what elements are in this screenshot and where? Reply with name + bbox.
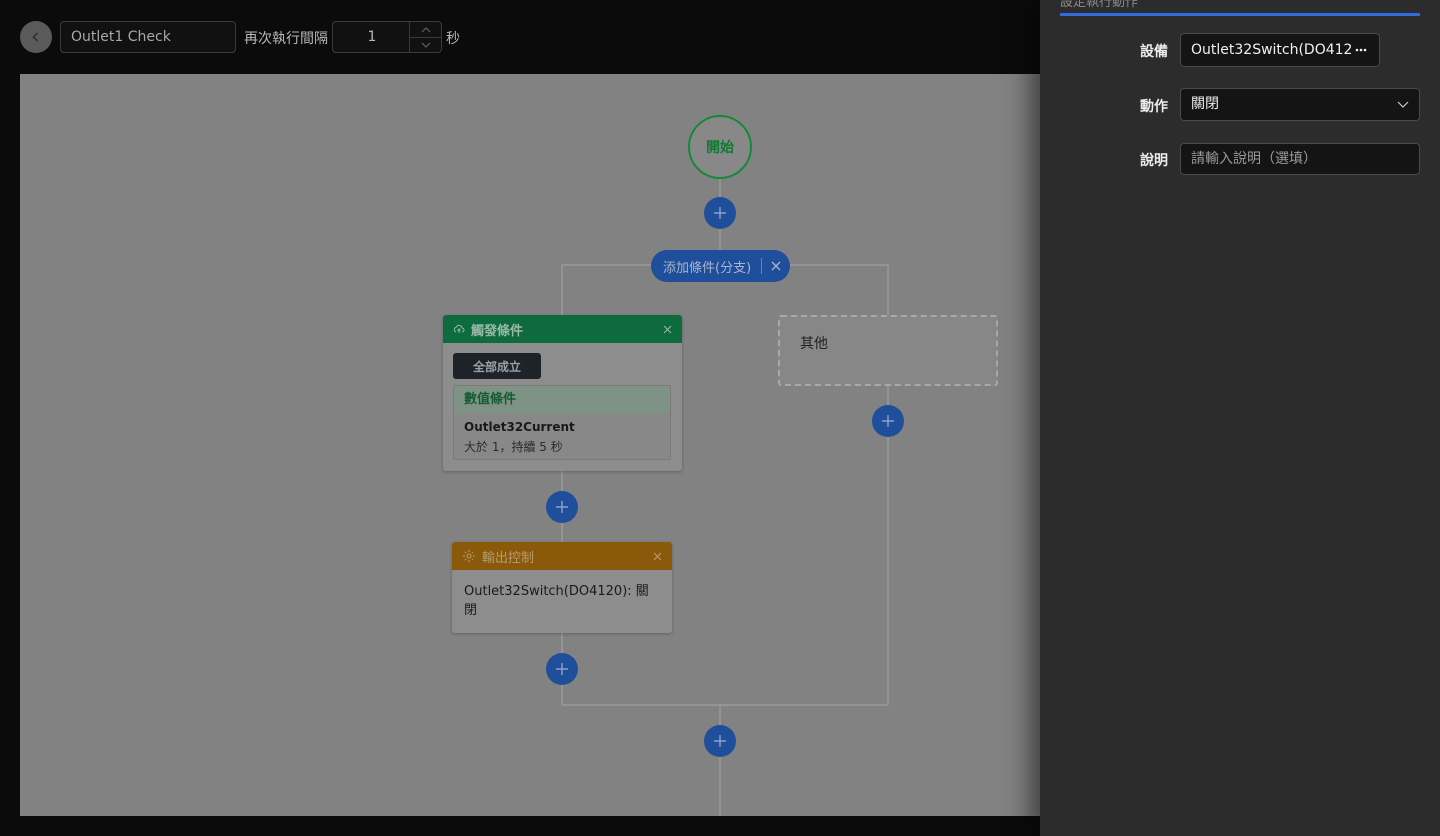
plus-icon bbox=[714, 207, 726, 219]
rule-name-input[interactable]: Outlet1 Check bbox=[60, 21, 236, 53]
more-options-button[interactable] bbox=[1353, 34, 1369, 66]
interval-unit: 秒 bbox=[446, 31, 460, 47]
interval-value[interactable]: 1 bbox=[333, 22, 411, 52]
interval-label: 再次執行間隔 bbox=[244, 31, 328, 47]
trigger-card-title: 觸發條件 bbox=[471, 323, 524, 339]
action-settings-panel: 設定執行動作 設備 Outlet32Switch(DO412 動作 關閉 說明 … bbox=[1040, 0, 1440, 836]
trigger-condition-card[interactable]: 觸發條件 全部成立 數值條件 Outlet32Current 大於 1，持續 5… bbox=[443, 315, 682, 471]
add-step-button[interactable] bbox=[704, 725, 736, 757]
action-label: 動作 bbox=[1140, 99, 1168, 115]
condition-name: Outlet32Current bbox=[464, 420, 575, 434]
device-label: 設備 bbox=[1140, 44, 1168, 60]
back-button[interactable] bbox=[20, 21, 52, 53]
close-icon[interactable] bbox=[653, 552, 662, 561]
output-control-card[interactable]: 輸出控制 Outlet32Switch(DO4120): 關閉 bbox=[452, 542, 672, 633]
close-icon[interactable] bbox=[663, 325, 672, 334]
condition-desc: 大於 1，持續 5 秒 bbox=[464, 440, 563, 454]
description-label: 說明 bbox=[1140, 153, 1168, 169]
else-branch-label: 其他 bbox=[800, 336, 828, 352]
plus-icon bbox=[556, 501, 568, 513]
plus-icon bbox=[556, 663, 568, 675]
decrement-button[interactable] bbox=[410, 37, 441, 52]
cloud-upload-icon bbox=[453, 324, 465, 333]
action-value: 關閉 bbox=[1191, 96, 1219, 112]
remove-branch-button[interactable] bbox=[762, 261, 790, 271]
device-select[interactable]: Outlet32Switch(DO412 bbox=[1180, 33, 1380, 67]
plus-icon bbox=[714, 735, 726, 747]
add-branch-pill[interactable]: 添加條件(分支) bbox=[651, 250, 790, 282]
condition-type-label: 數值條件 bbox=[454, 386, 670, 413]
output-action-text: Outlet32Switch(DO4120): 關閉 bbox=[464, 584, 649, 618]
panel-title: 設定執行動作 bbox=[1060, 0, 1139, 10]
interval-stepper[interactable]: 1 bbox=[332, 21, 442, 53]
output-card-title: 輸出控制 bbox=[482, 550, 535, 566]
add-step-button[interactable] bbox=[704, 197, 736, 229]
chevron-up-icon bbox=[421, 26, 430, 32]
flow-canvas[interactable]: 開始 添加條件(分支) 觸發條件 全部成立 數值條件 Outlet32Curre… bbox=[20, 74, 1040, 816]
plus-icon bbox=[882, 415, 894, 427]
close-icon bbox=[771, 261, 781, 271]
add-step-button[interactable] bbox=[546, 653, 578, 685]
output-card-header: 輸出控制 bbox=[452, 542, 672, 570]
start-node[interactable]: 開始 bbox=[688, 115, 752, 179]
add-branch-label: 添加條件(分支) bbox=[663, 260, 752, 276]
ellipsis-icon bbox=[1355, 48, 1367, 52]
action-select[interactable]: 關閉 bbox=[1180, 88, 1420, 121]
chevron-down-icon bbox=[1397, 101, 1409, 108]
all-conditions-badge[interactable]: 全部成立 bbox=[453, 353, 541, 379]
device-value: Outlet32Switch(DO412 bbox=[1191, 42, 1353, 58]
chevron-down-icon bbox=[421, 42, 430, 48]
description-input[interactable]: 請輸入說明（選填） bbox=[1180, 143, 1420, 175]
trigger-card-header: 觸發條件 bbox=[443, 315, 682, 343]
add-else-step-button[interactable] bbox=[872, 405, 904, 437]
value-condition-box[interactable]: 數值條件 Outlet32Current 大於 1，持續 5 秒 bbox=[453, 385, 671, 460]
chevron-left-icon bbox=[32, 32, 38, 42]
panel-title-underline bbox=[1060, 13, 1420, 16]
else-branch-box[interactable]: 其他 bbox=[778, 315, 998, 386]
gear-icon bbox=[463, 550, 475, 562]
increment-button[interactable] bbox=[410, 22, 441, 37]
add-step-button[interactable] bbox=[546, 491, 578, 523]
